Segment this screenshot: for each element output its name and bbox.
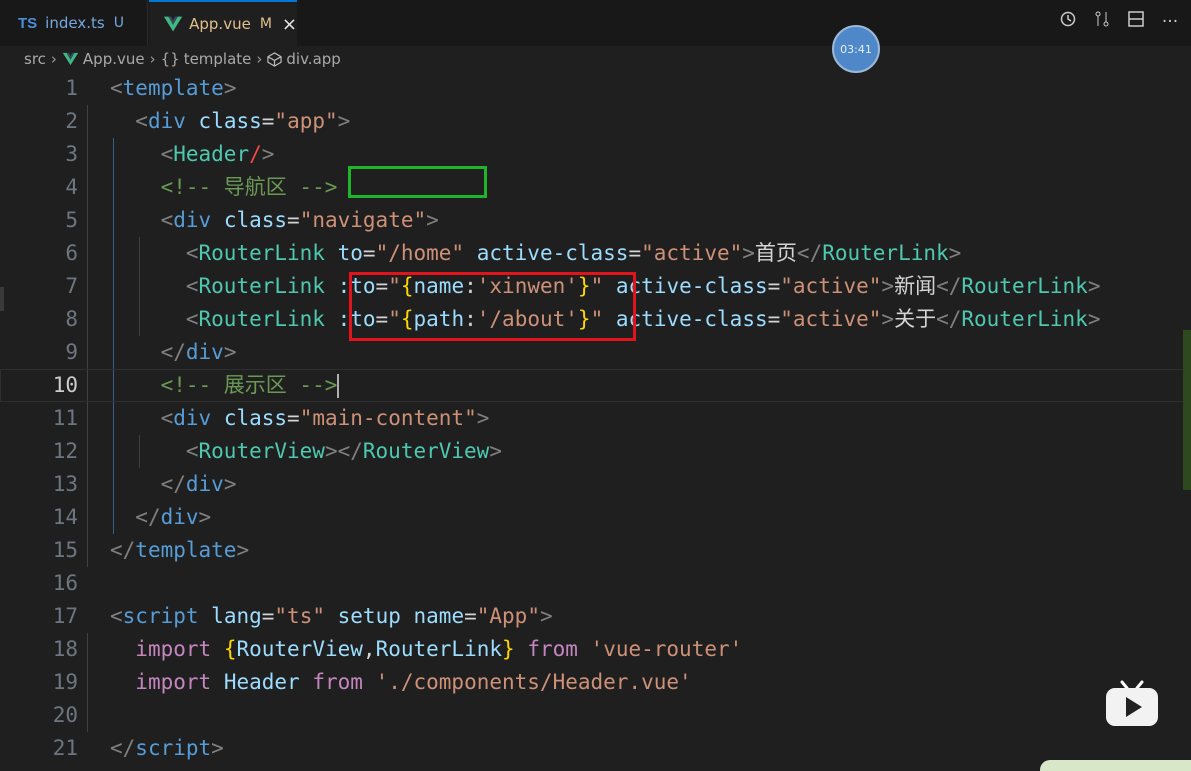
code-line: 15 </template>: [0, 534, 1191, 567]
highlight-box-green: [348, 166, 487, 198]
breadcrumb-item-file[interactable]: App.vue: [83, 50, 145, 68]
code-line: 21 </script>: [0, 732, 1191, 765]
breadcrumb-item-element[interactable]: div.app: [286, 50, 340, 68]
timer-badge: 03:41: [832, 25, 880, 73]
code-text: </script>: [110, 736, 224, 760]
tab-status-badge: U: [113, 15, 124, 31]
line-number: 2: [65, 109, 78, 133]
line-number: 12: [52, 439, 78, 463]
typescript-icon: TS: [18, 14, 38, 32]
line-number: 8: [65, 307, 78, 331]
code-text: <div class="main-content">: [160, 406, 490, 430]
video-watermark-icon: [1106, 680, 1158, 726]
vue-icon: [62, 52, 79, 66]
code-editor[interactable]: 1 <template> 2 <div class="app"> 3 <Heade…: [0, 72, 1191, 771]
code-line: 12 <RouterView></RouterView>: [0, 435, 1191, 468]
tab-label: App.vue: [189, 15, 251, 33]
chevron-right-icon: ›: [149, 50, 156, 68]
text-cursor: [337, 374, 340, 398]
code-text: <template>: [110, 76, 237, 100]
code-line: 18 import {RouterView,RouterLink} from '…: [0, 633, 1191, 666]
line-number: 21: [52, 736, 78, 760]
code-line-current: 10 <!-- 展示区 -->: [0, 369, 1191, 402]
code-line: 5 <div class="navigate">: [0, 204, 1191, 237]
tab-index-ts[interactable]: TS index.ts U: [0, 0, 148, 46]
vue-icon: [163, 16, 183, 32]
code-text: <div class="navigate">: [160, 208, 439, 232]
cube-icon: [267, 51, 283, 67]
line-number: 1: [65, 76, 78, 100]
line-number: 15: [52, 538, 78, 562]
code-text: </div>: [160, 340, 237, 364]
braces-icon: {}: [160, 50, 180, 68]
overlay-corner: [1040, 760, 1191, 771]
code-line: 14 </div>: [0, 501, 1191, 534]
code-text: <div class="app">: [135, 109, 351, 133]
editor-tab-bar: TS index.ts U App.vue M × ···: [0, 0, 1191, 46]
code-text: <!-- 导航区 -->: [160, 175, 338, 199]
breadcrumb-item-template[interactable]: template: [184, 50, 252, 68]
code-line: 6 <RouterLink to="/home" active-class="a…: [0, 237, 1191, 270]
code-text: </template>: [110, 538, 250, 562]
code-text: import {RouterView,RouterLink} from 'vue…: [135, 637, 743, 661]
code-text: import Header from './components/Header.…: [135, 670, 692, 694]
more-actions-icon[interactable]: ···: [1159, 12, 1181, 32]
gutter-marker: [0, 287, 4, 311]
code-text: </div>: [135, 505, 212, 529]
code-text: <script lang="ts" setup name="App">: [110, 604, 553, 628]
line-number: 3: [65, 142, 78, 166]
line-number: 18: [52, 637, 78, 661]
line-number: 5: [65, 208, 78, 232]
breadcrumb-item-src[interactable]: src: [24, 50, 46, 68]
code-line: 2 <div class="app">: [0, 105, 1191, 138]
compare-changes-icon[interactable]: [1091, 10, 1113, 33]
code-line: 1 <template>: [0, 72, 1191, 105]
line-number: 19: [52, 670, 78, 694]
line-number: 17: [52, 604, 78, 628]
line-number: 10: [52, 373, 78, 397]
code-text: <RouterView></RouterView>: [185, 439, 502, 463]
tab-status-badge: M: [259, 16, 272, 32]
timeline-icon[interactable]: [1057, 10, 1079, 33]
tab-label: index.ts: [45, 14, 105, 32]
code-line: 3 <Header/>: [0, 138, 1191, 171]
code-text: <RouterLink to="/home" active-class="act…: [185, 241, 962, 265]
code-line: 16: [0, 567, 1191, 600]
line-number: 9: [65, 340, 78, 364]
code-line: 19 import Header from './components/Head…: [0, 666, 1191, 699]
line-number: 13: [52, 472, 78, 496]
code-line: 13 </div>: [0, 468, 1191, 501]
line-number: 11: [52, 406, 78, 430]
code-line: 4 <!-- 导航区 -->: [0, 171, 1191, 204]
line-number: 4: [65, 175, 78, 199]
breadcrumb: src › App.vue › {} template › div.app: [24, 46, 341, 72]
code-line: 20: [0, 699, 1191, 732]
code-line: 11 <div class="main-content">: [0, 402, 1191, 435]
close-icon[interactable]: ×: [282, 14, 297, 35]
code-text: <!-- 展示区 -->: [160, 373, 340, 398]
line-number: 20: [52, 703, 78, 727]
scrollbar-change-marker: [1183, 330, 1191, 490]
code-text: <Header/>: [160, 142, 275, 166]
editor-actions: ···: [1057, 10, 1181, 33]
line-number: 16: [52, 571, 78, 595]
chevron-right-icon: ›: [50, 50, 57, 68]
line-number: 6: [65, 241, 78, 265]
split-editor-icon[interactable]: [1125, 10, 1147, 33]
code-line: 17 <script lang="ts" setup name="App">: [0, 600, 1191, 633]
code-text: </div>: [160, 472, 237, 496]
tab-app-vue[interactable]: App.vue M ×: [149, 0, 297, 46]
chevron-right-icon: ›: [256, 50, 263, 68]
highlight-box-red: [349, 272, 636, 341]
line-number: 14: [52, 505, 78, 529]
line-number: 7: [65, 274, 78, 298]
